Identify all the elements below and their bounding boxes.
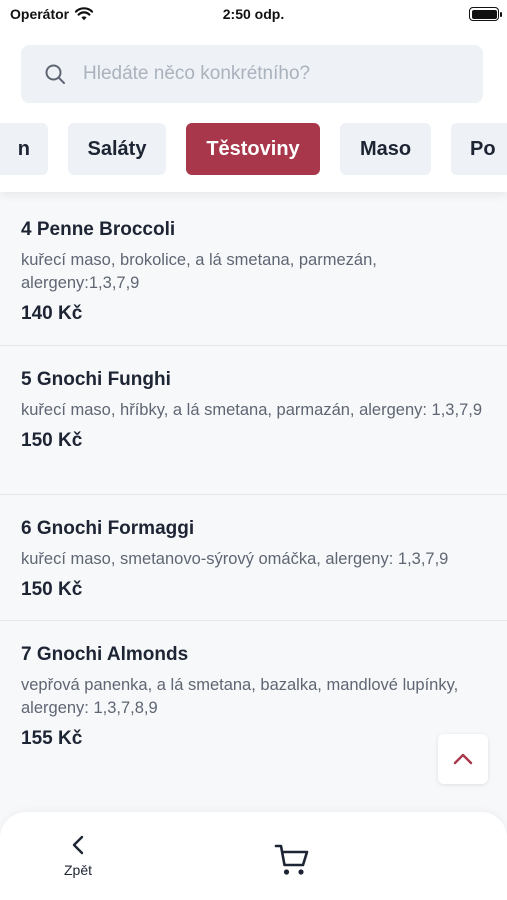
- list-item[interactable]: 6 Gnochi Formaggi kuřecí maso, smetanovo…: [0, 495, 507, 621]
- item-title: 5 Gnochi Funghi: [21, 369, 171, 390]
- item-price: 150 Kč: [21, 430, 83, 451]
- item-price: 140 Kč: [21, 303, 83, 324]
- category-tab-maso[interactable]: Maso: [340, 123, 431, 175]
- category-tab-partial-right[interactable]: Po: [451, 123, 507, 175]
- bottom-bar: Zpět: [0, 812, 507, 900]
- item-price: 150 Kč: [21, 579, 83, 600]
- item-description: vepřová panenka, a lá smetana, bazalka, …: [21, 676, 459, 717]
- battery-icon: [469, 7, 502, 21]
- cart-button[interactable]: [272, 840, 312, 880]
- category-tab-label: Saláty: [87, 137, 147, 160]
- item-title: 4 Penne Broccoli: [21, 219, 176, 240]
- category-tab-partial-left[interactable]: n: [0, 123, 48, 175]
- status-time: 2:50 odp.: [222, 6, 285, 22]
- category-tab-label: Maso: [359, 137, 412, 160]
- item-title: 6 Gnochi Formaggi: [21, 518, 195, 539]
- item-description: kuřecí maso, brokolice, a lá smetana, pa…: [21, 251, 377, 292]
- category-tab-testoviny[interactable]: Těstoviny: [186, 123, 320, 175]
- list-item[interactable]: 4 Penne Broccoli kuřecí maso, brokolice,…: [0, 192, 507, 346]
- item-title: 7 Gnochi Almonds: [21, 644, 189, 665]
- search-input[interactable]: [83, 63, 463, 85]
- search-icon: [45, 64, 65, 84]
- cart-icon: [274, 844, 309, 875]
- search-bar[interactable]: [21, 45, 483, 103]
- back-button[interactable]: Zpět: [50, 834, 106, 884]
- active-tab-pointer: [246, 174, 260, 175]
- back-label: Zpět: [63, 862, 92, 878]
- chevron-up-icon: [453, 753, 473, 765]
- category-tab-label: Po: [470, 137, 496, 160]
- category-tab-salaty[interactable]: Saláty: [68, 123, 166, 175]
- list-item[interactable]: 5 Gnochi Funghi kuřecí maso, hříbky, a l…: [0, 346, 507, 495]
- item-description: kuřecí maso, smetanovo-sýrový omáčka, al…: [21, 550, 449, 568]
- category-tab-label: Těstoviny: [206, 137, 300, 160]
- item-description: kuřecí maso, hříbky, a lá smetana, parma…: [21, 401, 483, 419]
- category-tab-label: n: [17, 137, 30, 160]
- header: n Saláty Těstoviny Maso Po: [0, 28, 507, 192]
- item-price: 155 Kč: [21, 728, 83, 749]
- chevron-left-icon: [72, 835, 84, 855]
- scroll-top-button[interactable]: [438, 734, 488, 784]
- category-tabs: n Saláty Těstoviny Maso Po: [0, 123, 507, 175]
- status-bar: Operátor 2:50 odp.: [0, 0, 507, 28]
- menu-list: 4 Penne Broccoli kuřecí maso, brokolice,…: [0, 192, 507, 771]
- list-item[interactable]: 7 Gnochi Almonds vepřová panenka, a lá s…: [0, 621, 507, 771]
